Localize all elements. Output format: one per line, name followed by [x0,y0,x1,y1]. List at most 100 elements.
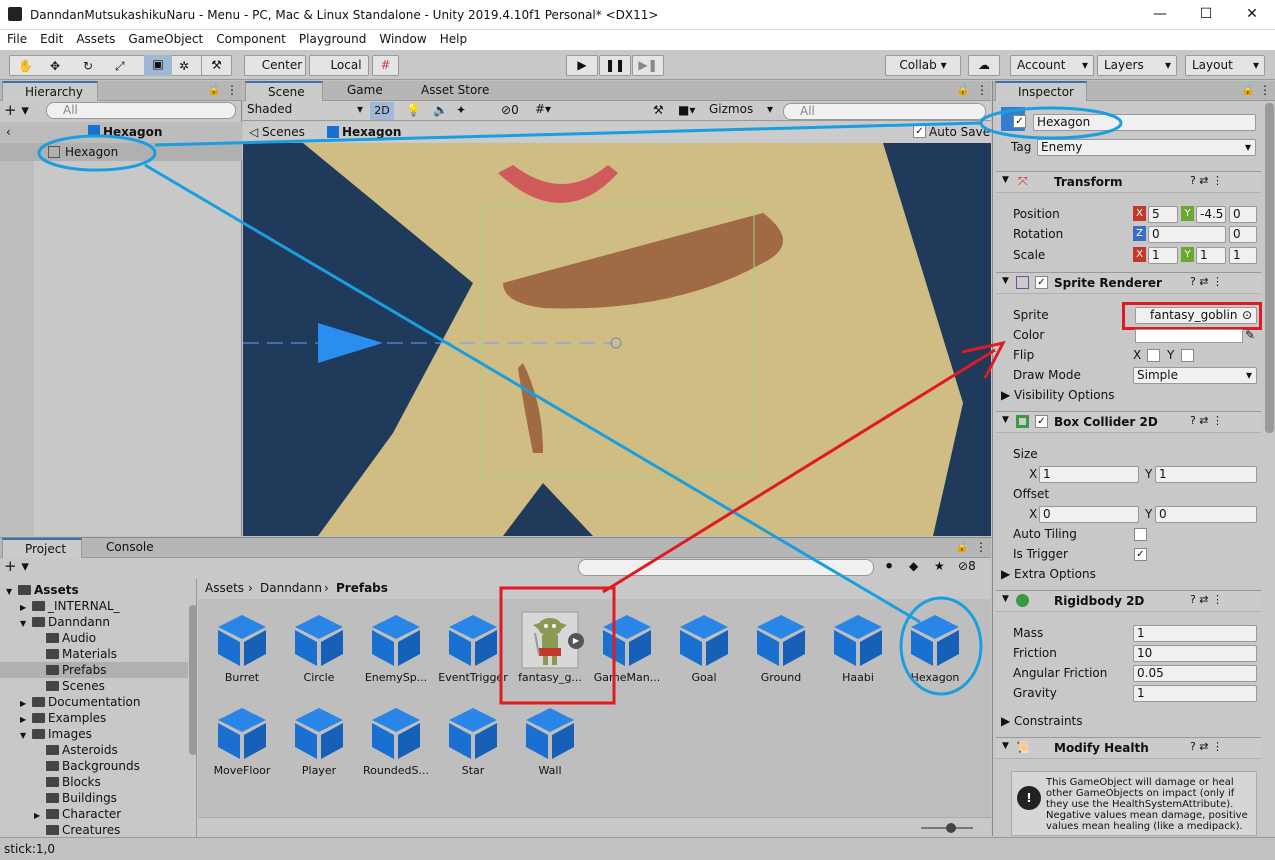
tree-scrollbar[interactable] [189,605,197,755]
tree-item[interactable]: ▼ Images [0,726,188,742]
asset-item[interactable]: EventTrigger [434,611,512,684]
scene-viewport[interactable] [243,143,991,536]
asset-item[interactable]: RoundedS... [357,704,435,777]
tree-item[interactable]: Buildings [0,790,188,806]
tab-scene[interactable]: Scene [245,81,323,101]
maximize-button[interactable]: ☐ [1183,0,1229,30]
constraints-foldout[interactable]: ▶ Constraints [1001,714,1083,728]
flip-y-checkbox[interactable] [1181,349,1194,362]
object-name-field[interactable]: Hexagon [1033,114,1256,131]
expand-sprite-icon[interactable]: ▶ [568,633,584,649]
autosave-checkbox[interactable]: ✓ [913,125,926,138]
tree-item[interactable]: Asteroids [0,742,188,758]
scale-y-field[interactable]: 1 [1196,247,1226,264]
asset-item[interactable]: Hexagon [896,611,974,684]
project-search-input[interactable] [578,559,874,576]
hierarchy-row-hexagon[interactable]: Hexagon [0,143,242,161]
hand-tool-icon[interactable]: ✋ [18,57,33,76]
crumb-assets[interactable]: Assets [205,581,244,595]
more-menu-icon[interactable]: ⋮ [226,83,238,97]
scale-z-field[interactable]: 1 [1229,247,1257,264]
box-collider-enabled-checkbox[interactable]: ✓ [1035,415,1048,428]
menu-file[interactable]: File [0,30,33,46]
size-y-field[interactable]: 1 [1155,466,1257,483]
offset-x-field[interactable]: 0 [1039,506,1139,523]
tag-dropdown[interactable]: Enemy ▾ [1037,139,1256,156]
lock-icon[interactable]: 🔒 [956,83,970,96]
eyedropper-icon[interactable]: ✎ [1245,328,1255,342]
collab-button[interactable]: Collab ▾ [885,55,961,76]
menu-window[interactable]: Window [372,30,432,46]
step-button[interactable]: ▶❚ [632,55,664,76]
lock-icon[interactable]: 🔒 [955,540,969,553]
rigidbody-header[interactable]: ▼ Rigidbody 2D ? ⇄ ⋮ [996,590,1261,612]
component-tools-icon[interactable]: ? ⇄ ⋮ [1190,740,1223,753]
cloud-icon[interactable]: ☁ [968,55,1000,76]
istrigger-checkbox[interactable]: ✓ [1134,548,1147,561]
camera-icon[interactable]: ■▾ [678,103,695,117]
more-menu-icon[interactable]: ⋮ [976,83,988,97]
play-button[interactable]: ▶ [566,55,598,76]
pivot-center-button[interactable]: Center [244,55,306,76]
prefab-crumb[interactable]: Hexagon [342,125,401,139]
back-arrow-icon[interactable]: ‹ [6,125,11,139]
tree-item[interactable]: ▶ Documentation [0,694,188,710]
layout-dropdown[interactable]: Layout ▾ [1185,55,1265,76]
offset-y-field[interactable]: 0 [1155,506,1257,523]
tab-console[interactable]: Console [84,538,164,558]
tree-item[interactable]: ▼ Danndann [0,614,188,630]
tab-hierarchy[interactable]: Hierarchy [2,81,98,101]
position-z-field[interactable]: 0 [1229,206,1257,223]
position-x-field[interactable]: 5 [1148,206,1178,223]
menu-component[interactable]: Component [209,30,292,46]
scene-search-input[interactable]: All [783,103,986,120]
favorites-icon[interactable]: ★ [934,559,945,573]
tree-item[interactable]: Backgrounds [0,758,188,774]
tree-item[interactable]: ▶ Character [0,806,188,822]
effects-icon[interactable]: ✦ [456,103,466,117]
asset-item[interactable]: GameMan... [588,611,666,684]
create-icon[interactable]: + ▾ [4,557,29,575]
pause-button[interactable]: ❚❚ [599,55,631,76]
box-collider-header[interactable]: ▼ ✓ Box Collider 2D ? ⇄ ⋮ [996,411,1261,433]
rotate-tool-icon[interactable]: ↻ [83,57,93,76]
tools-icon[interactable]: ⚒ [653,103,664,117]
tab-inspector[interactable]: Inspector [995,81,1087,101]
tab-project[interactable]: Project [2,538,82,558]
asset-item[interactable]: Star [434,704,512,777]
audio-icon[interactable]: 🔈 [433,103,448,117]
asset-item[interactable]: Goal [665,611,743,684]
drawmode-dropdown[interactable]: Simple ▾ [1133,367,1257,384]
asset-item[interactable]: ▶ fantasy_g... [511,611,589,684]
autotiling-checkbox[interactable] [1134,528,1147,541]
hidden-objects-icon[interactable]: ⊘0 [501,103,519,117]
shading-dropdown[interactable]: Shaded ▾ [247,102,363,116]
asset-item[interactable]: Circle [280,611,358,684]
asset-item[interactable]: Burret [203,611,281,684]
rotation-w-field[interactable]: 0 [1229,226,1257,243]
modify-health-header[interactable]: ▼ 📜 Modify Health ? ⇄ ⋮ [996,737,1261,759]
menu-edit[interactable]: Edit [33,30,69,46]
active-checkbox[interactable]: ✓ [1013,115,1026,128]
close-button[interactable]: ✕ [1229,0,1275,30]
asset-item[interactable]: MoveFloor [203,704,281,777]
tab-asset-store[interactable]: Asset Store [399,81,499,101]
asset-item[interactable]: Ground [742,611,820,684]
tree-item[interactable]: ▶ Examples [0,710,188,726]
menu-playground[interactable]: Playground [292,30,372,46]
tree-item[interactable]: Materials [0,646,188,662]
position-y-field[interactable]: -4.5 [1196,206,1226,223]
tree-item[interactable]: Blocks [0,774,188,790]
menu-assets[interactable]: Assets [69,30,121,46]
scenes-crumb[interactable]: ◁ Scenes [249,125,305,139]
asset-item[interactable]: Haabi [819,611,897,684]
color-swatch[interactable] [1135,329,1243,343]
component-tools-icon[interactable]: ? ⇄ ⋮ [1190,593,1223,606]
component-tools-icon[interactable]: ? ⇄ ⋮ [1190,275,1223,288]
tree-item[interactable]: Scenes [0,678,188,694]
pivot-local-button[interactable]: Local [309,55,369,76]
mass-field[interactable]: 1 [1133,625,1257,642]
asset-item[interactable]: Player [280,704,358,777]
inspector-scrollbar[interactable] [1265,103,1274,433]
extra-options-foldout[interactable]: ▶ Extra Options [1001,567,1096,581]
